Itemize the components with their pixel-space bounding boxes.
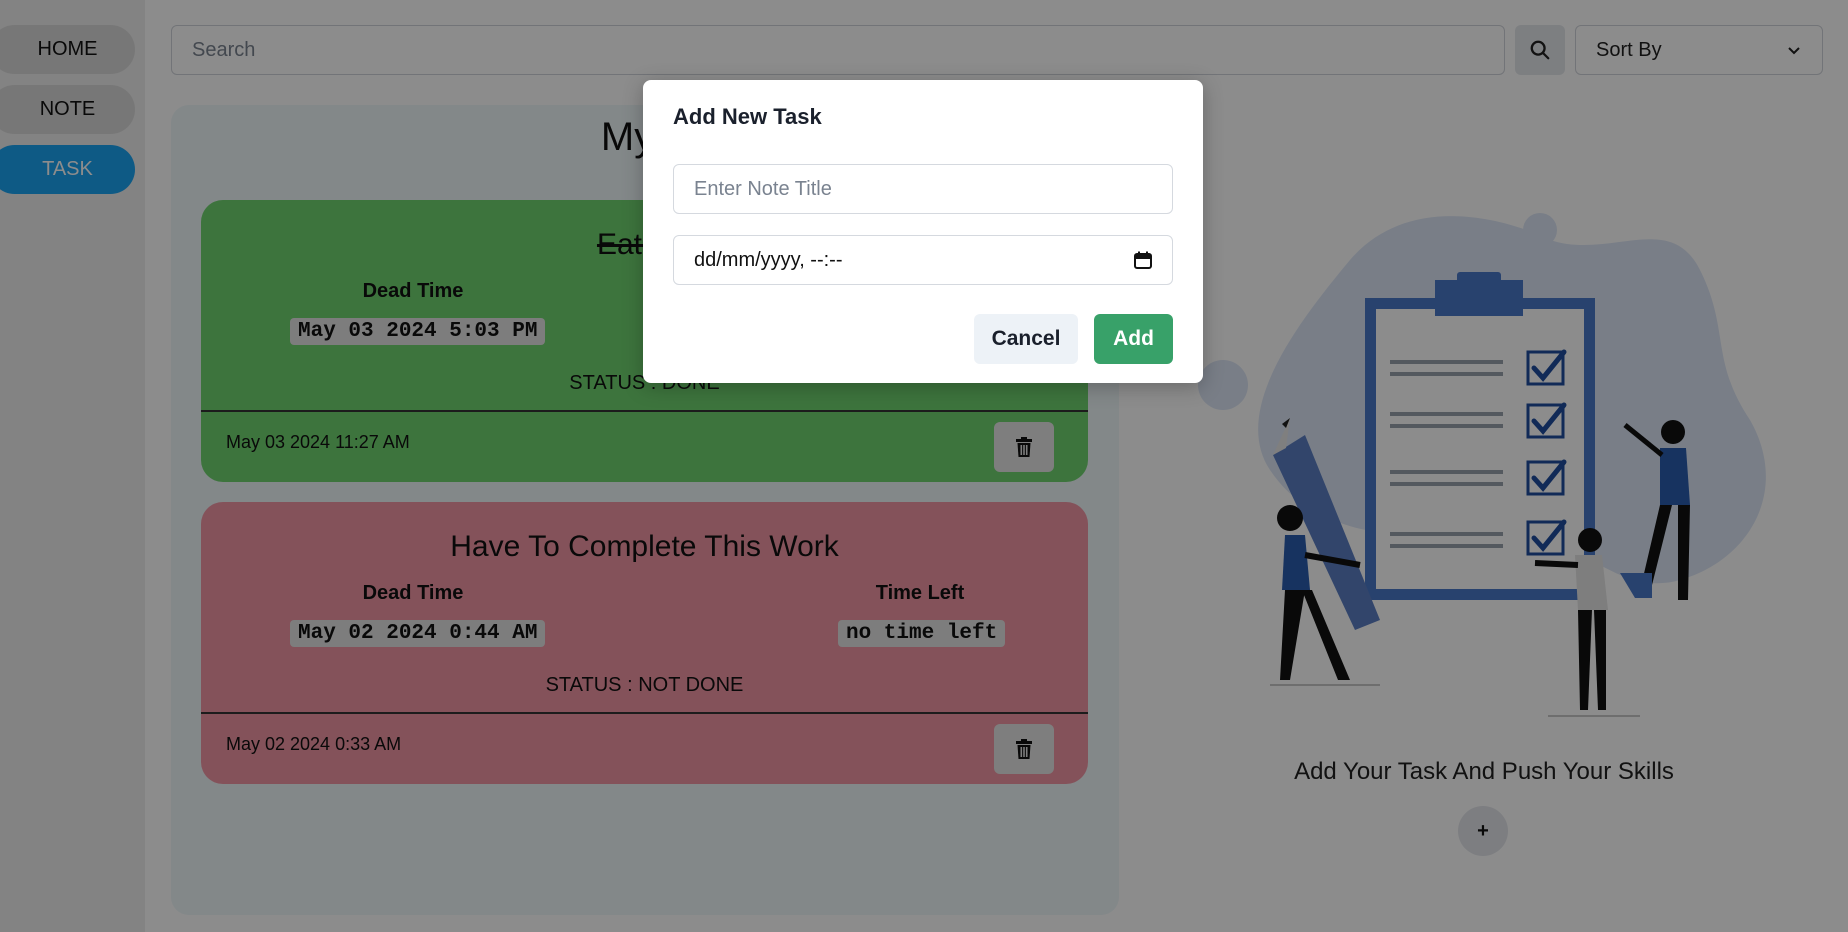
datetime-input[interactable]: dd/mm/yyyy, --:-- <box>673 235 1173 285</box>
title-placeholder: Enter Note Title <box>694 177 832 200</box>
cancel-button[interactable]: Cancel <box>974 314 1078 364</box>
add-task-modal: Add New Task Enter Note Title dd/mm/yyyy… <box>643 80 1203 383</box>
datetime-value: dd/mm/yyyy, --:-- <box>694 248 843 271</box>
calendar-icon[interactable] <box>1134 251 1152 269</box>
title-input[interactable]: Enter Note Title <box>673 164 1173 214</box>
modal-title: Add New Task <box>673 104 822 129</box>
add-button[interactable]: Add <box>1094 314 1173 364</box>
